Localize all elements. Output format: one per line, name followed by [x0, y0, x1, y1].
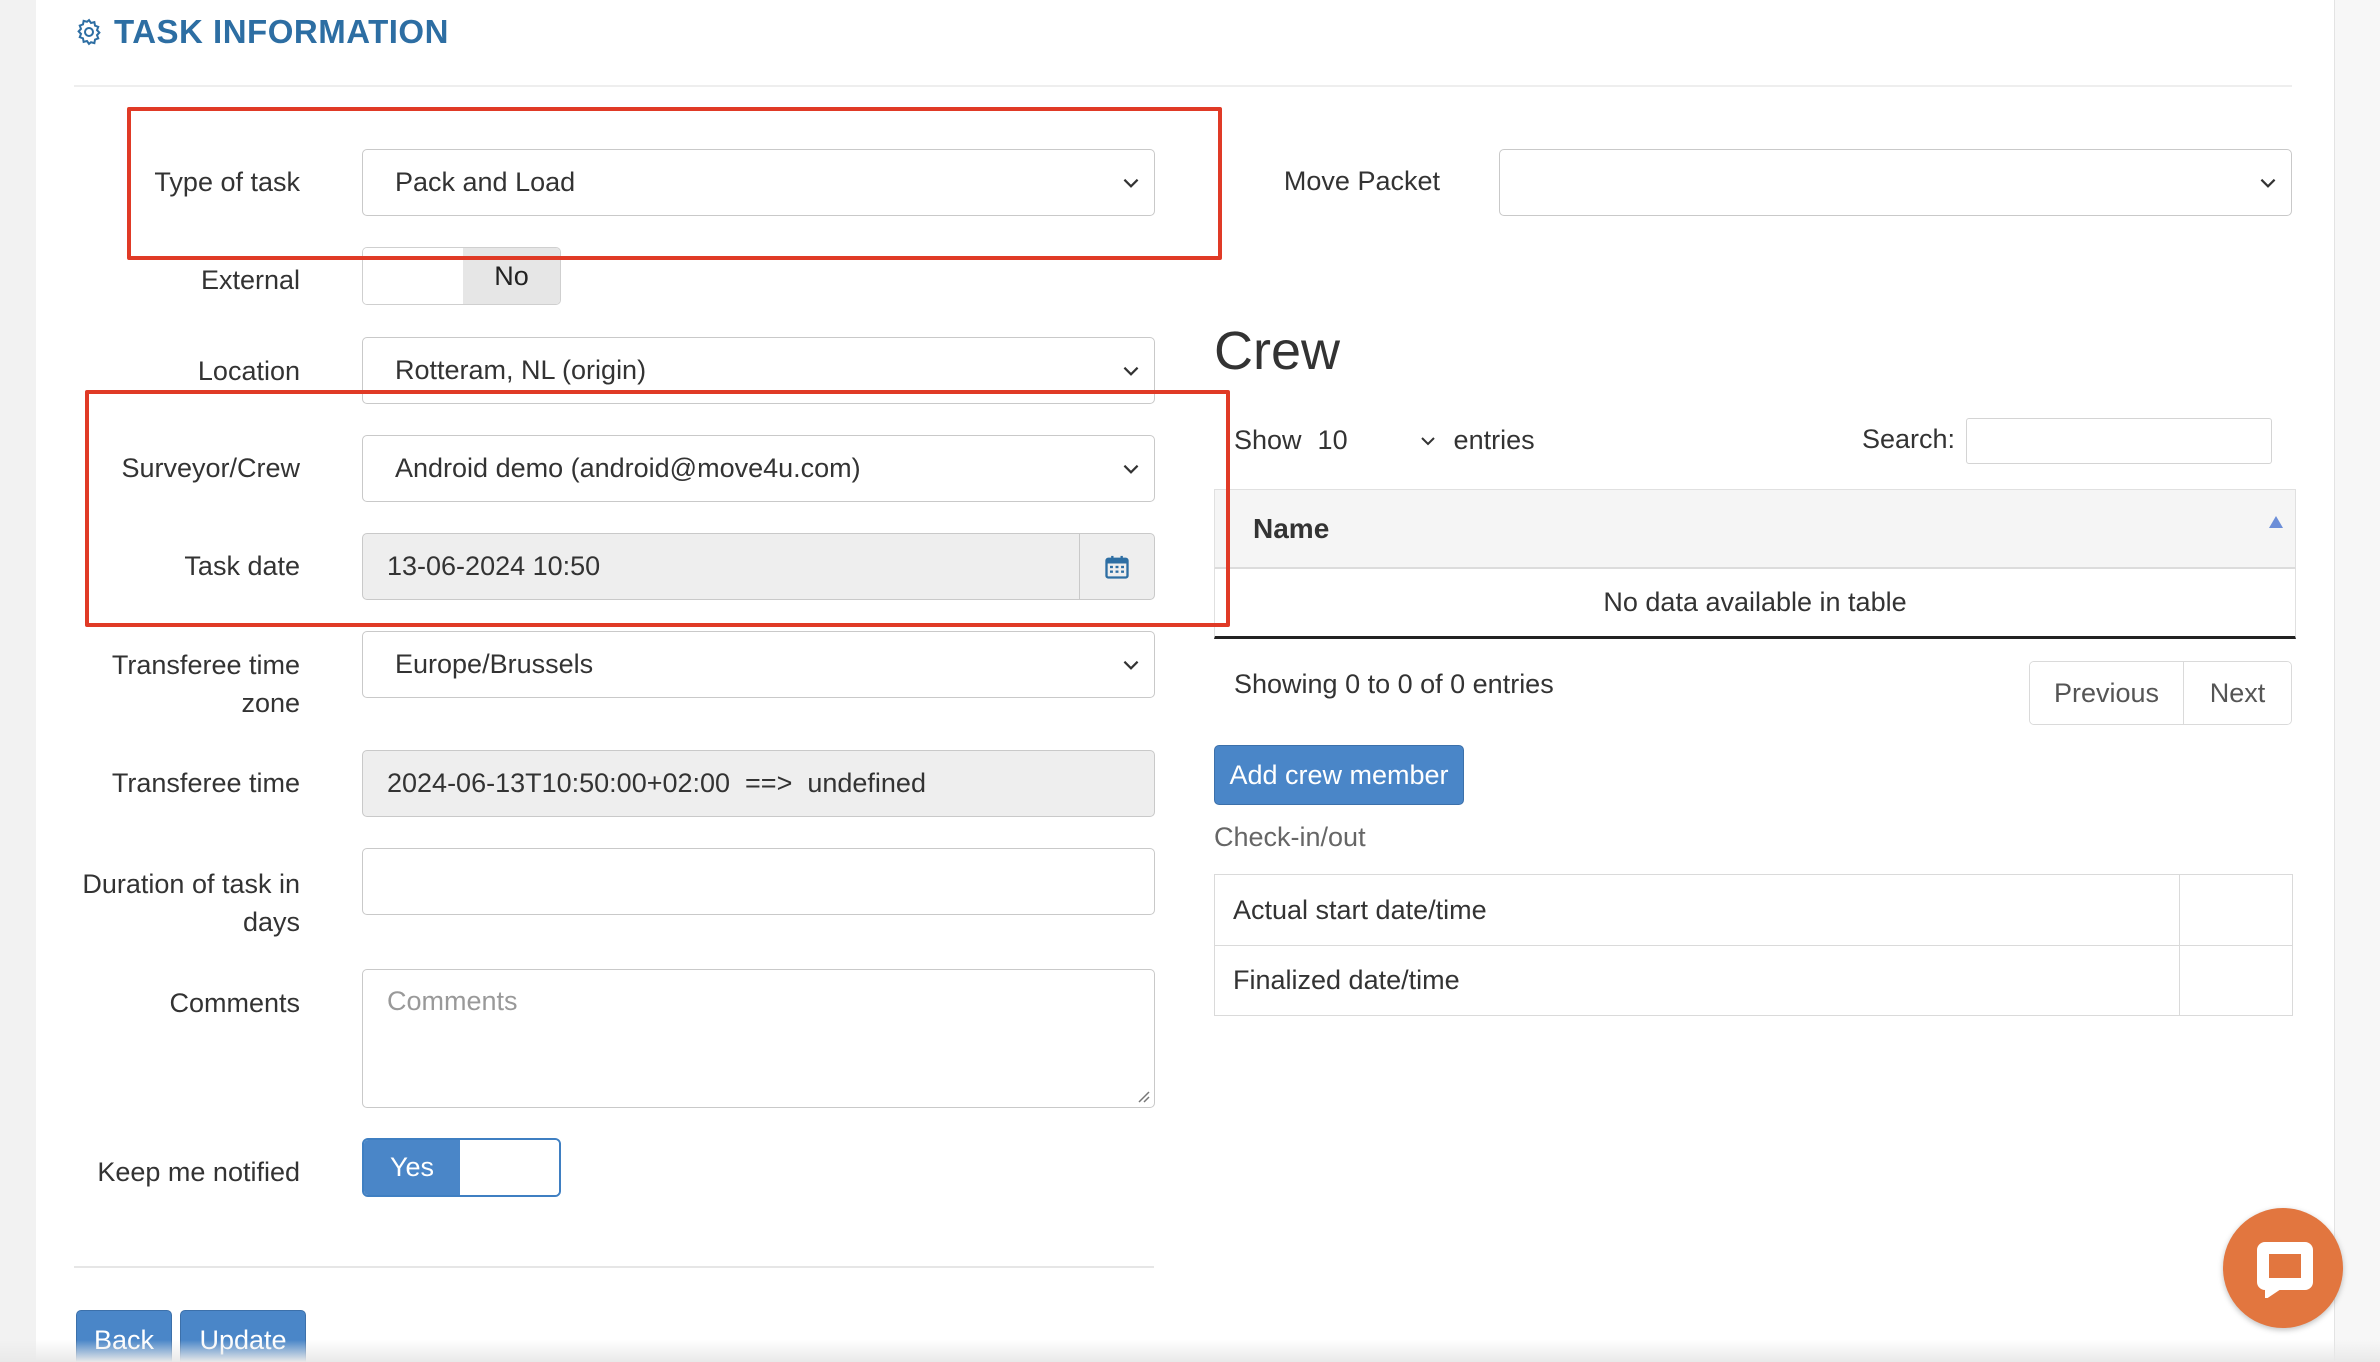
checkin-heading: Check-in/out: [1214, 822, 1366, 852]
transferee-time-value: 2024-06-13T10:50:00+02:00 ==> undefined: [387, 768, 926, 798]
checkin-table: Actual start date/time Finalized date/ti…: [1214, 874, 2293, 1016]
keep-notified-value: Yes: [364, 1140, 461, 1195]
task-date-label: Task date: [184, 551, 300, 581]
keep-notified-toggle[interactable]: Yes: [362, 1138, 561, 1197]
surveyor-value: Android demo (android@move4u.com): [395, 453, 861, 483]
transferee-tz-label-line1: Transferee time: [111, 650, 300, 680]
transferee-tz-select[interactable]: Europe/Brussels: [362, 631, 1155, 698]
transferee-time-input: 2024-06-13T10:50:00+02:00 ==> undefined: [362, 750, 1155, 817]
move-packet-label: Move Packet: [1283, 166, 1440, 196]
location-label: Location: [197, 356, 300, 386]
location-select[interactable]: Rotteram, NL (origin): [362, 337, 1155, 404]
show-label: Show: [1234, 425, 1302, 455]
name-column-label: Name: [1253, 512, 1330, 544]
chevron-down-icon: [1123, 464, 1139, 474]
previous-page-button[interactable]: Previous: [2030, 662, 2184, 724]
task-date-input[interactable]: 13-06-2024 10:50: [362, 533, 1155, 600]
checkin-row: Finalized date/time: [1215, 945, 2292, 1015]
comments-placeholder: Comments: [387, 986, 518, 1016]
table-info: Showing 0 to 0 of 0 entries: [1234, 669, 1554, 699]
external-toggle-off-side: [363, 248, 463, 304]
finalized-value: [2180, 946, 2292, 1015]
chevron-down-icon: [1123, 178, 1139, 188]
checkin-row: Actual start date/time: [1215, 875, 2292, 945]
type-of-task-select[interactable]: Pack and Load: [362, 149, 1155, 216]
comments-textarea[interactable]: Comments: [362, 969, 1155, 1108]
duration-label-line1: Duration of task in: [82, 869, 300, 899]
page-title: TASK INFORMATION: [114, 13, 449, 50]
transferee-tz-value: Europe/Brussels: [395, 649, 594, 679]
calendar-button[interactable]: [1080, 534, 1154, 599]
form-footer-divider: [74, 1266, 1154, 1268]
page-scroll-gutter: [2334, 0, 2380, 1362]
external-toggle[interactable]: No: [362, 247, 561, 305]
task-date-value: 13-06-2024 10:50: [387, 551, 601, 581]
actual-start-label: Actual start date/time: [1215, 875, 2180, 945]
transferee-time-label: Transferee time: [111, 768, 300, 798]
crew-table: Name No data available in table: [1214, 489, 2296, 639]
entries-select-value: 10: [1317, 425, 1348, 455]
move-packet-select[interactable]: [1499, 149, 2292, 216]
chevron-down-icon: [1420, 436, 1435, 445]
duration-label: Duration of task in days: [0, 865, 300, 941]
entries-select[interactable]: 10: [1314, 425, 1442, 456]
type-of-task-value: Pack and Load: [395, 167, 576, 197]
type-of-task-label: Type of task: [154, 167, 300, 197]
location-value: Rotteram, NL (origin): [395, 355, 647, 385]
finalized-label: Finalized date/time: [1215, 946, 2180, 1015]
surveyor-label: Surveyor/Crew: [121, 453, 300, 483]
transferee-tz-label-line2: zone: [241, 688, 300, 718]
comments-label: Comments: [169, 988, 300, 1018]
section-header: TASK INFORMATION: [74, 10, 449, 54]
chevron-down-icon: [2260, 178, 2276, 188]
table-empty-row: No data available in table: [1214, 569, 2296, 639]
add-crew-member-button[interactable]: Add crew member: [1214, 745, 1464, 805]
gear-icon: [74, 17, 104, 47]
entries-length-control: Show 10 entries: [1234, 425, 1535, 456]
crew-heading: Crew: [1214, 321, 1341, 381]
next-page-button[interactable]: Next: [2184, 662, 2291, 724]
actual-start-value: [2180, 875, 2292, 945]
bottom-fade: [0, 1340, 2380, 1362]
sort-ascending-icon: [2269, 516, 2283, 528]
duration-label-line2: days: [242, 907, 300, 937]
search-input[interactable]: [1966, 418, 2272, 464]
entries-label: entries: [1453, 425, 1535, 455]
chevron-down-icon: [1123, 660, 1139, 670]
chat-launcher-button[interactable]: [2223, 1208, 2343, 1328]
header-divider: [74, 85, 2292, 87]
pagination: Previous Next: [2029, 661, 2292, 725]
keep-notified-off-side: [460, 1140, 559, 1195]
transferee-tz-label: Transferee time zone: [0, 646, 300, 722]
external-toggle-value: No: [463, 248, 560, 304]
chat-icon: [2257, 1242, 2313, 1298]
external-label: External: [200, 265, 300, 295]
chevron-down-icon: [1123, 366, 1139, 376]
keep-notified-label: Keep me notified: [97, 1157, 300, 1187]
calendar-icon: [1105, 555, 1129, 579]
name-column-header[interactable]: Name: [1214, 489, 2296, 569]
duration-input[interactable]: [362, 848, 1155, 915]
search-label: Search:: [1862, 424, 1956, 454]
resize-grip-icon[interactable]: [1134, 1087, 1150, 1103]
surveyor-select[interactable]: Android demo (android@move4u.com): [362, 435, 1155, 502]
